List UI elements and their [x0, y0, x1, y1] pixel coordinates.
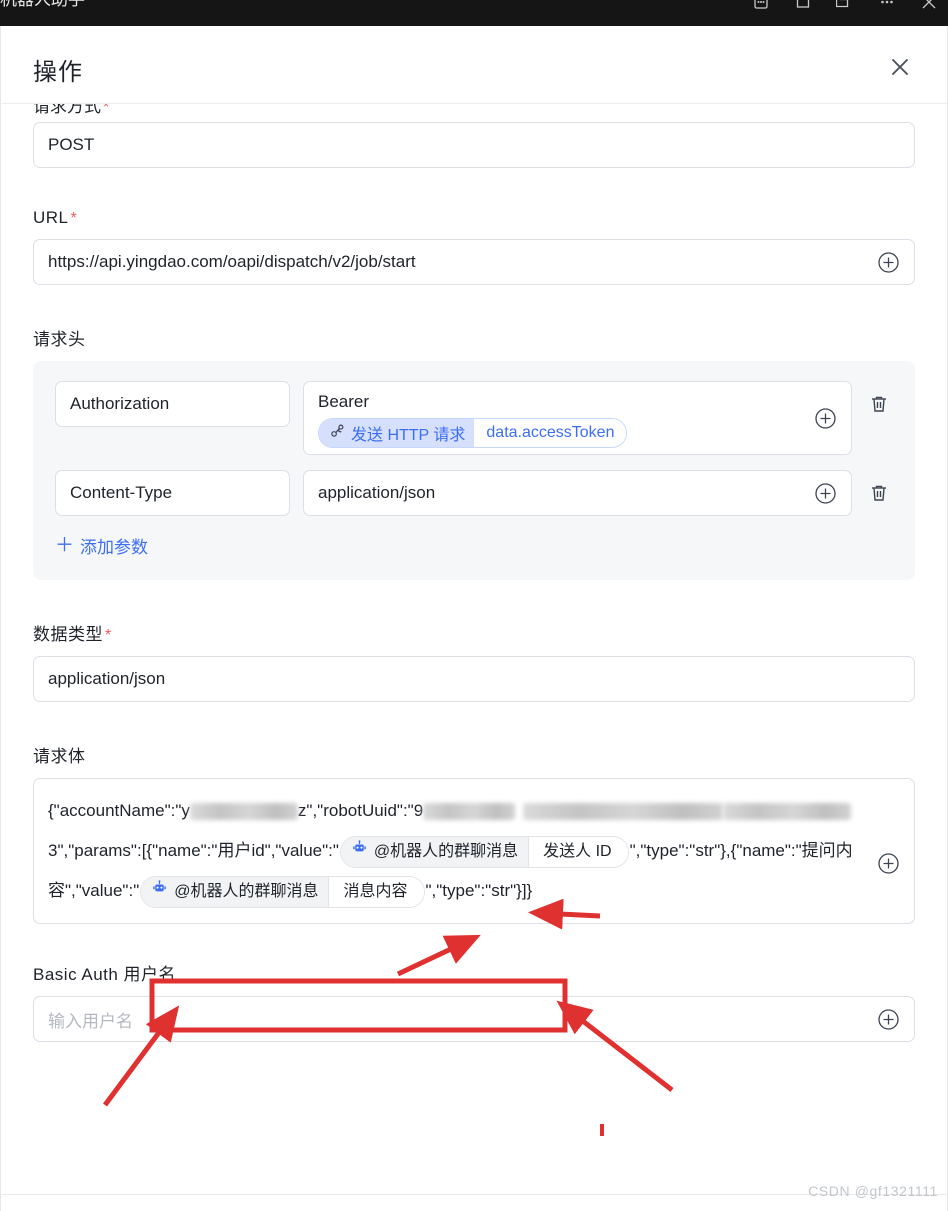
header-value-prefix: Bearer [318, 392, 370, 411]
plus-icon: ＋ [55, 535, 75, 556]
chip-source-label: @机器人的群聊消息 [373, 842, 519, 860]
chip-source: @机器人的群聊消息 [340, 836, 529, 867]
basic-auth-username-placeholder: 输入用户名 [48, 1011, 133, 1031]
header-row: Content-Type application/json [55, 470, 893, 516]
add-parameter-label: 添加参数 [80, 538, 149, 557]
redacted-block [723, 803, 852, 821]
header-key-input[interactable]: Content-Type [55, 470, 290, 516]
chip-source-label: @机器人的群聊消息 [174, 882, 319, 900]
body-segment-text: z","robotUuid":"9 [297, 801, 424, 820]
http-request-icon [329, 422, 346, 444]
window-controls [750, 0, 940, 15]
header-key-input[interactable]: Authorization [55, 381, 290, 427]
header-insert-variable-button[interactable] [813, 481, 837, 505]
basic-auth-username-label: Basic Auth 用户名 [33, 965, 177, 984]
chip-source-label: 发送 HTTP 请求 [351, 427, 466, 444]
url-input[interactable]: https://api.yingdao.com/oapi/dispatch/v2… [33, 239, 915, 285]
dialog-title: 操作 [33, 59, 83, 86]
data-type-value: application/json [48, 669, 166, 688]
header-value-input[interactable]: application/json [303, 470, 852, 516]
maximize-icon[interactable] [834, 0, 856, 13]
request-body-input[interactable]: {"accountName":"y z","robotUuid":"9 3","pa… [33, 778, 915, 924]
required-star: * [105, 627, 112, 644]
header-insert-variable-button[interactable] [813, 406, 837, 430]
request-body-field: 请求体 {"accountName":"y z","robotUuid":"9 3"… [33, 742, 915, 924]
url-label: URL * [33, 208, 78, 227]
minimize-icon[interactable] [792, 0, 814, 13]
chip-field-label: data.accessToken [474, 419, 627, 447]
chip-field-label: 发送人 ID [528, 836, 628, 867]
add-parameter-button[interactable]: ＋ 添加参数 [55, 533, 148, 558]
body-segment-text: 3","params":[{"name":"用户id","value":" [48, 841, 339, 860]
header-delete-button[interactable] [865, 470, 893, 516]
method-value: POST [48, 135, 95, 154]
header-value-text: application/json [318, 483, 436, 502]
variable-chip[interactable]: @机器人的群聊消息 消息内容 [140, 875, 425, 908]
body-segment-text: {"accountName":"y [48, 801, 190, 820]
close-icon[interactable] [918, 0, 940, 13]
bottom-divider [0, 1194, 948, 1195]
header-key-value: Content-Type [70, 483, 173, 502]
request-body-content: {"accountName":"y z","robotUuid":"9 3","pa… [48, 791, 862, 911]
method-label: 请求方式 * [33, 104, 109, 117]
robot-icon [351, 837, 368, 867]
window-titlebar: 机器人助手 [0, 0, 948, 26]
data-type-label: 数据类型 * [33, 625, 112, 644]
basic-auth-username-field: Basic Auth 用户名 输入用户名 [33, 960, 915, 1042]
url-insert-variable-button[interactable] [876, 250, 900, 274]
headers-field: 请求头 Authorization Bearer 发送 HTTP 请求 data… [33, 325, 915, 580]
window-title: 机器人助手 [0, 0, 85, 13]
screenshot-icon[interactable] [750, 0, 772, 13]
header-value-input[interactable]: Bearer 发送 HTTP 请求 data.accessToken [303, 381, 852, 455]
header-key-value: Authorization [70, 394, 170, 413]
chip-source: 发送 HTTP 请求 [319, 419, 475, 447]
url-field: URL * https://api.yingdao.com/oapi/dispat… [33, 208, 915, 285]
header-row: Authorization Bearer 发送 HTTP 请求 data.acc… [55, 381, 893, 455]
redacted-block [189, 803, 298, 821]
required-star: * [103, 104, 110, 116]
operation-dialog: 操作 请求方式 * POST URL * https://api.yingdao.c… [0, 26, 948, 1211]
method-input[interactable]: POST [33, 122, 915, 168]
header-delete-button[interactable] [865, 381, 893, 427]
variable-chip[interactable]: 发送 HTTP 请求 data.accessToken [318, 418, 628, 448]
data-type-input[interactable]: application/json [33, 656, 915, 702]
required-star: * [70, 210, 78, 227]
headers-label: 请求头 [33, 330, 86, 349]
chip-source: @机器人的群聊消息 [141, 876, 329, 907]
request-body-label: 请求体 [33, 747, 86, 766]
dialog-header: 操作 [1, 26, 947, 104]
dialog-body: 请求方式 * POST URL * https://api.yingdao.com/… [1, 104, 947, 1210]
url-value: https://api.yingdao.com/oapi/dispatch/v2… [48, 252, 416, 271]
basic-auth-insert-variable-button[interactable] [876, 1007, 900, 1031]
body-segment-text: ","type":"str"}]} [425, 881, 533, 900]
method-field: POST [33, 104, 915, 168]
redacted-block [523, 803, 724, 821]
redacted-block [423, 803, 516, 821]
robot-icon [151, 877, 168, 907]
dialog-close-button[interactable] [885, 52, 915, 82]
variable-chip[interactable]: @机器人的群聊消息 发送人 ID [339, 835, 629, 868]
headers-panel: Authorization Bearer 发送 HTTP 请求 data.acc… [33, 361, 915, 580]
data-type-field: 数据类型 * application/json [33, 620, 915, 702]
watermark: CSDN @gf1321111 [808, 1183, 938, 1199]
annotation-mark [600, 1124, 604, 1136]
more-icon[interactable] [876, 0, 898, 13]
request-body-insert-variable-button[interactable] [876, 851, 900, 875]
chip-field-label: 消息内容 [328, 876, 424, 907]
basic-auth-username-input[interactable]: 输入用户名 [33, 996, 915, 1042]
